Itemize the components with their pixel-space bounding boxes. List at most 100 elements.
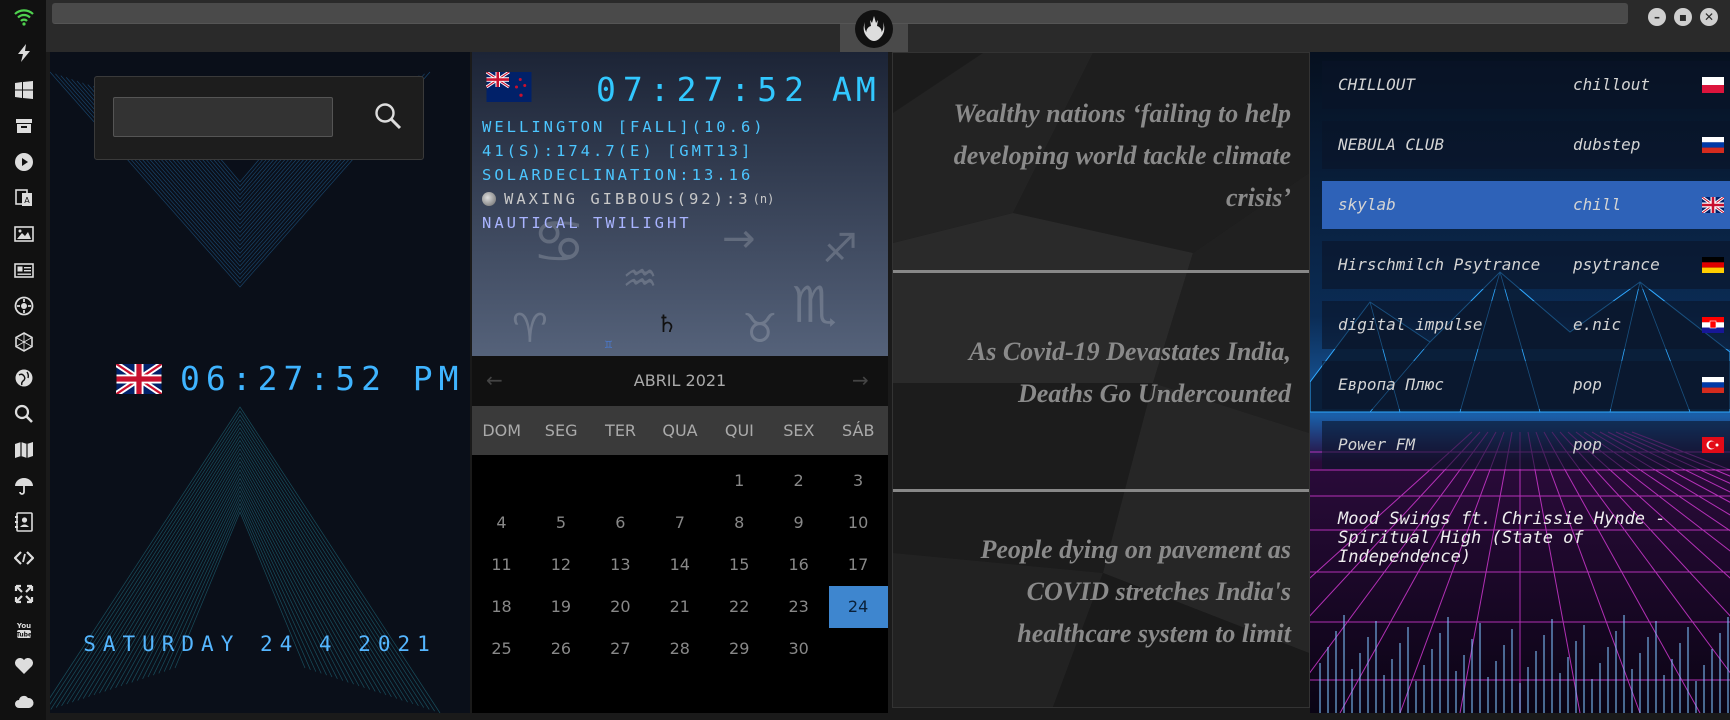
station-row[interactable]: NEBULA CLUB dubstep (1322, 121, 1730, 169)
archive-icon[interactable] (13, 115, 35, 137)
calendar-day[interactable]: 30 (769, 628, 828, 670)
calendar-day[interactable]: 11 (472, 544, 531, 586)
moon-phase-text: WAXING GIBBOUS(92):3 (504, 190, 751, 208)
station-genre: chillout (1573, 75, 1651, 94)
station-genre: pop (1573, 375, 1602, 394)
translate-icon[interactable]: A (13, 187, 35, 209)
station-row[interactable]: Европа Плюс pop (1322, 361, 1730, 409)
contacts-icon[interactable] (13, 511, 35, 533)
calendar-day[interactable]: 17 (829, 544, 888, 586)
calendar-day[interactable]: 7 (650, 502, 709, 544)
calendar-day[interactable]: 26 (531, 628, 590, 670)
search-icon[interactable] (13, 403, 35, 425)
calendar-day[interactable]: 5 (531, 502, 590, 544)
calendar-day[interactable]: 28 (650, 628, 709, 670)
nz-info: ♋ ♒ → ♏ ♐ ♈ ♉ 07:27:52 AM WELLINGTON [FA… (472, 52, 888, 356)
calendar-day[interactable]: 15 (710, 544, 769, 586)
nz-location: WELLINGTON [FALL](10.6) (482, 118, 766, 136)
calendar-day[interactable]: 1 (710, 460, 769, 502)
uk-time: 06:27:52 PM (116, 359, 465, 398)
code-icon[interactable] (13, 547, 35, 569)
gemini-symbol: ♊ (604, 340, 613, 351)
station-genre: chill (1573, 195, 1622, 214)
umbrella-icon[interactable] (13, 475, 35, 497)
station-row[interactable]: digital impulse e.nic (1322, 301, 1730, 349)
calendar-day[interactable]: 10 (829, 502, 888, 544)
calendar-day[interactable]: 25 (472, 628, 531, 670)
close-button[interactable]: ✕ (1700, 8, 1718, 26)
hexagon-icon[interactable] (13, 331, 35, 353)
minimize-button[interactable]: – (1648, 8, 1666, 26)
calendar-day[interactable]: 6 (591, 502, 650, 544)
image-icon[interactable] (13, 223, 35, 245)
clock-panel: 06:27:52 PM SATURDAY 24 4 2021 (50, 52, 470, 713)
calendar-day[interactable]: 19 (531, 586, 590, 628)
nz-solar-declination: SOLARDECLINATION:13.16 (482, 166, 754, 184)
news-divider (893, 489, 1309, 492)
calendar-next-button[interactable]: → (852, 368, 869, 392)
calendar-day[interactable]: 8 (710, 502, 769, 544)
uk-time-text: 06:27:52 PM (180, 359, 465, 398)
calendar-day[interactable]: 13 (591, 544, 650, 586)
wifi-icon[interactable] (13, 6, 35, 28)
nz-twilight: NAUTICAL TWILIGHT (482, 214, 692, 232)
station-row[interactable]: CHILLOUT chillout (1322, 61, 1730, 109)
news-icon[interactable] (13, 259, 35, 281)
heart-icon[interactable] (13, 655, 35, 677)
calendar-day[interactable]: 21 (650, 586, 709, 628)
map-icon[interactable] (13, 439, 35, 461)
weekday-label: DOM (482, 421, 522, 440)
maximize-button[interactable]: ▪ (1674, 8, 1692, 26)
svg-text:A: A (24, 196, 30, 205)
windows-icon[interactable] (13, 79, 35, 101)
station-name: Hirschmilch Psytrance (1338, 255, 1541, 274)
calendar-day[interactable]: 2 (769, 460, 828, 502)
settings-icon[interactable] (13, 295, 35, 317)
calendar-day[interactable]: 12 (531, 544, 590, 586)
ru-flag-icon (1702, 377, 1724, 393)
weekday-label: TER (605, 421, 637, 440)
nz-coordinates: 41(S):174.7(E) [GMT13] (482, 142, 754, 160)
calendar-day[interactable]: 3 (829, 460, 888, 502)
calendar-day[interactable]: 23 (769, 586, 828, 628)
bolt-icon[interactable] (13, 42, 35, 64)
address-field[interactable] (52, 3, 1628, 24)
station-name: CHILLOUT (1338, 75, 1416, 94)
station-name: Power FM (1338, 435, 1416, 454)
calendar-day-today[interactable]: 24 (828, 586, 888, 628)
play-icon[interactable] (13, 151, 35, 173)
calendar-weekdays: DOM SEG TER QUA QUI SEX SÁB (472, 406, 888, 455)
news-headline[interactable]: As Covid-19 Devastates India, Deaths Go … (911, 331, 1291, 415)
cloud-icon[interactable] (13, 691, 35, 713)
weekday-label: QUA (662, 421, 698, 440)
search-input[interactable] (113, 97, 333, 137)
news-headline[interactable]: Wealthy nations ‘failing to help develop… (911, 93, 1291, 219)
calendar-day[interactable]: 18 (472, 586, 531, 628)
nz-time-text: 07:27:52 (596, 70, 811, 109)
calendar-day[interactable]: 29 (710, 628, 769, 670)
calendar-day[interactable]: 16 (769, 544, 828, 586)
svg-text:♉: ♉ (742, 306, 778, 352)
station-row[interactable]: Hirschmilch Psytrance psytrance (1322, 241, 1730, 289)
svg-text:♈: ♈ (512, 306, 548, 352)
title-bar: – ▪ ✕ (46, 0, 1730, 52)
svg-text:You: You (16, 622, 31, 630)
globe-icon[interactable] (13, 367, 35, 389)
expand-icon[interactable] (13, 583, 35, 605)
weekday-label: QUI (724, 421, 754, 440)
station-row[interactable]: Power FM pop (1322, 421, 1730, 469)
tr-flag-icon (1702, 437, 1724, 453)
emblem-tab[interactable] (840, 10, 908, 52)
calendar-day[interactable]: 22 (710, 586, 769, 628)
calendar-day[interactable]: 20 (591, 586, 650, 628)
search-icon[interactable] (373, 101, 403, 131)
calendar-day[interactable]: 4 (472, 502, 531, 544)
youtube-icon[interactable]: You Tube (13, 619, 35, 641)
news-headline[interactable]: People dying on pavement as COVID stretc… (911, 529, 1291, 655)
svg-text:→: → (722, 216, 756, 262)
calendar-day[interactable]: 27 (591, 628, 650, 670)
station-name: skylab (1338, 195, 1396, 214)
calendar-day[interactable]: 9 (769, 502, 828, 544)
station-row[interactable]: skylab chill (1322, 181, 1730, 229)
calendar-day[interactable]: 14 (650, 544, 709, 586)
